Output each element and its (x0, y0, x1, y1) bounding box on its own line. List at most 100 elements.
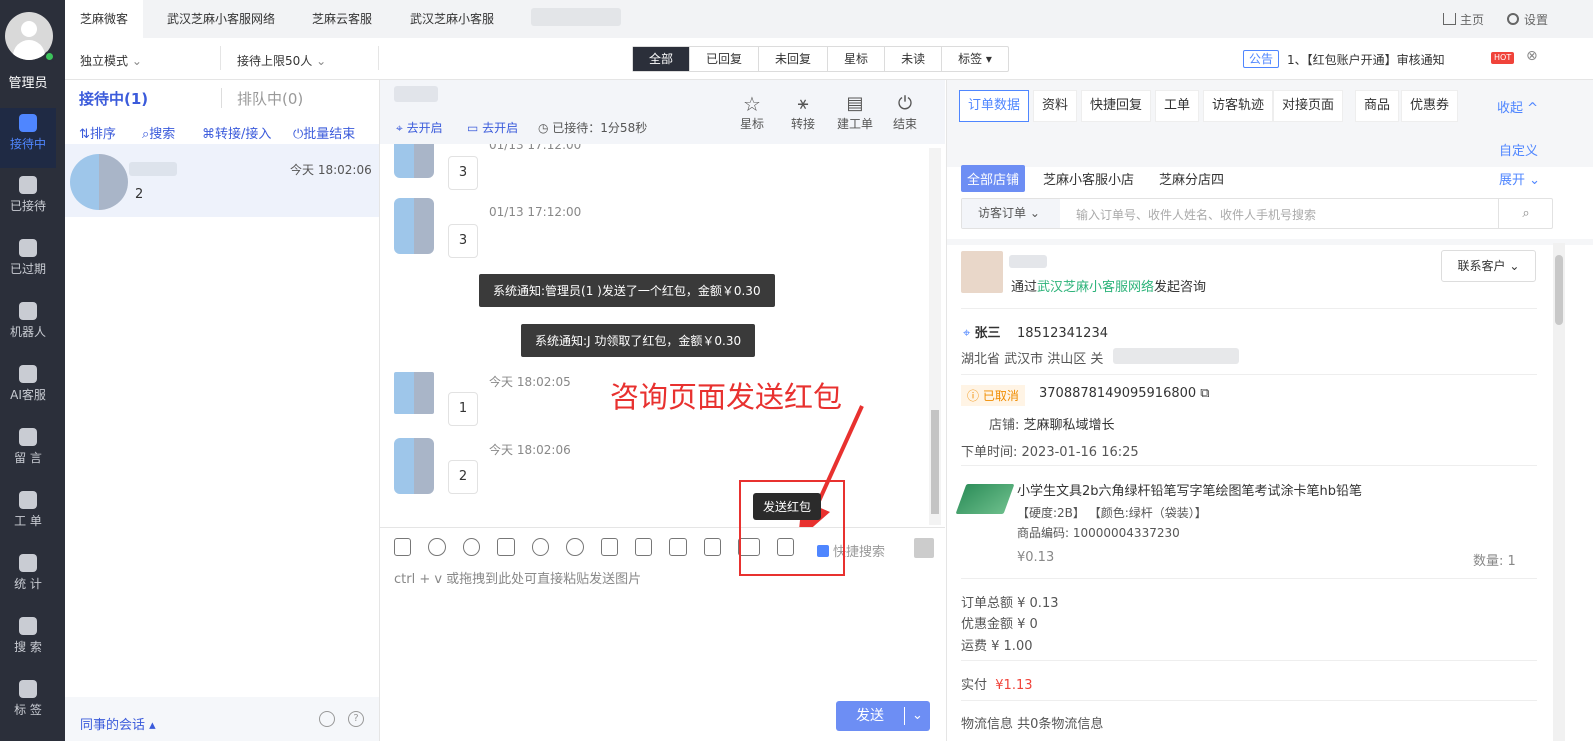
tab-store-4[interactable]: 武汉芝麻小客服 (395, 0, 509, 38)
scrollbar-thumb[interactable] (1555, 255, 1563, 325)
upload-icon[interactable] (634, 538, 653, 556)
message-avatar (394, 438, 434, 494)
sidebar-item-message[interactable]: 留 言 (0, 422, 56, 482)
sidebar-item-ticket[interactable]: 工 单 (0, 485, 56, 545)
annotation-box (739, 480, 845, 576)
image-icon[interactable] (914, 538, 934, 558)
limit-select[interactable]: 接待上限50人 ⌄ (237, 52, 326, 69)
expand-button[interactable]: 展开 ⌄ (1499, 169, 1540, 188)
settings-link[interactable]: 设置 (1507, 11, 1548, 28)
tab-store-2[interactable]: 武汉芝麻小客服网络 (152, 0, 290, 38)
right-tab-6[interactable]: 商品 (1355, 90, 1400, 122)
sidebar-item-chat[interactable]: 接待中 (0, 108, 56, 168)
contact-customer-button[interactable]: 联系客户 ⌄ (1441, 250, 1536, 282)
copy-icon[interactable]: ⧉ (1200, 386, 1209, 401)
store-filter-2[interactable]: 芝麻分店四 (1159, 169, 1224, 188)
right-tab-4[interactable]: 访客轨迹 (1203, 90, 1274, 122)
order-type-select[interactable]: 访客订单 ⌄ (962, 199, 1060, 228)
clock-icon[interactable] (428, 538, 446, 556)
folder-icon[interactable] (600, 538, 618, 556)
right-tab-2[interactable]: 快捷回复 (1081, 90, 1152, 122)
emoji-icon[interactable] (462, 538, 481, 556)
filter-all[interactable]: 全部 (633, 47, 690, 71)
sidebar-item-search[interactable]: 搜 索 (0, 611, 56, 671)
collapse-button[interactable]: 收起 ^ (1497, 97, 1538, 116)
sidebar-item-label: AI客服 (10, 388, 46, 402)
right-scrollbar[interactable] (1553, 243, 1565, 741)
sort-button[interactable]: ⇅排序 (79, 123, 116, 142)
gear-icon[interactable] (319, 711, 335, 727)
filter-starred[interactable]: 星标 (827, 47, 884, 71)
home-link[interactable]: 主页 (1443, 11, 1484, 28)
right-tab-0[interactable]: 订单数据 (959, 90, 1030, 122)
send-options-chevron-icon[interactable]: ⌄ (905, 701, 930, 731)
close-icon[interactable]: ⊗ (1526, 48, 1538, 64)
tab-queue[interactable]: 排队中(0) (237, 88, 303, 109)
filter-unread[interactable]: 未读 (884, 47, 941, 71)
filter-replied[interactable]: 已回复 (689, 47, 758, 71)
transfer-icon: ⚹ (797, 93, 809, 114)
customer-name-blurred (1009, 255, 1047, 268)
chat-header: ⌖ 去开启 ▭ 去开启 ◷ 已接待：1分58秒 ☆ 星标 ⚹ 转接 ▤ 建工单 ⏻ 结束 (380, 80, 945, 144)
filter-unreplied[interactable]: 未回复 (758, 47, 827, 71)
colleague-sessions-bar: 同事的会话 ▴ ? (65, 697, 379, 741)
form-icon[interactable] (703, 538, 722, 556)
sidebar-item-tag[interactable]: 标 签 (0, 674, 56, 734)
expired-icon (19, 239, 37, 257)
end-button[interactable]: ⏻ 结束 (890, 93, 920, 132)
transfer-button[interactable]: ⌘转接/接入 (202, 123, 271, 142)
sidebar-item-check[interactable]: 已接待 (0, 170, 56, 230)
inbox-icon[interactable] (669, 538, 687, 556)
right-tabs-area: 订单数据 资料 快捷回复 工单 访客轨迹 对接页面 商品 优惠券 收起 ^ 自定义 (947, 80, 1593, 167)
right-tab-5[interactable]: 对接页面 (1273, 90, 1344, 122)
create-ticket-button[interactable]: ▤ 建工单 (835, 93, 875, 132)
product-title[interactable]: 小学生文具2b六角绿杆铅笔写字笔绘图笔考试涂卡笔hb铅笔 (1017, 480, 1362, 499)
scrollbar-thumb[interactable] (931, 410, 939, 514)
mode-select[interactable]: 独立模式 ⌄ (80, 52, 142, 69)
customize-link[interactable]: 自定义 (1499, 140, 1538, 159)
sidebar-item-ai-chat[interactable]: AI客服 (0, 359, 56, 419)
invite-icon[interactable] (531, 538, 550, 556)
right-tab-3[interactable]: 工单 (1155, 90, 1200, 122)
right-tab-1[interactable]: 资料 (1033, 90, 1078, 122)
tab-store-3[interactable]: 芝麻云客服 (297, 0, 387, 38)
history-icon[interactable] (566, 538, 584, 556)
message-time: 今天 18:02:06 (489, 443, 571, 457)
tab-receiving[interactable]: 接待中(1) (79, 88, 148, 109)
sidebar-item-label: 已过期 (9, 262, 46, 276)
product-qty: 数量: 1 (1473, 554, 1516, 569)
message-input[interactable]: ctrl + v 或拖拽到此处可直接粘贴发送图片 (394, 568, 641, 587)
star-icon: ☆ (743, 92, 761, 116)
filter-tags[interactable]: 标签 ▾ (941, 47, 1008, 71)
help-icon[interactable]: ? (348, 711, 364, 727)
divider (961, 660, 1537, 661)
send-button[interactable]: 发送 (836, 701, 904, 731)
right-tab-7[interactable]: 优惠券 (1401, 90, 1459, 122)
chart-icon[interactable] (394, 538, 412, 556)
search-button[interactable]: ⌕搜索 (142, 123, 175, 142)
order-paid: 实付 ¥1.13 (961, 678, 1033, 693)
system-notice-received: 系统通知:J 功领取了红包，金额￥0.30 (521, 324, 756, 357)
order-search-input[interactable]: 输入订单号、收件人姓名、收件人手机号搜索 (1076, 206, 1316, 223)
transfer-button[interactable]: ⚹ 转接 (788, 93, 818, 132)
top-bar: 芝麻微客 武汉芝麻小客服网络 芝麻云客服 武汉芝麻小客服 主页 设置 独立模式 … (65, 0, 1593, 80)
store-filter-1[interactable]: 芝麻小客服小店 (1043, 169, 1134, 188)
batch-end-button[interactable]: ⏻批量结束 (293, 123, 355, 142)
sidebar-item-stats[interactable]: 统 计 (0, 548, 56, 608)
store-filter-all[interactable]: 全部店铺 (961, 165, 1026, 192)
location-enable[interactable]: ⌖ 去开启 (396, 119, 443, 136)
announcement-text[interactable]: 1、【红包账户开通】审核通知 (1287, 51, 1445, 68)
colleague-sessions-toggle[interactable]: 同事的会话 ▴ (80, 714, 156, 733)
session-list-panel: 接待中(1) 排队中(0) ⇅排序 ⌕搜索 ⌘转接/接入 ⏻批量结束 今天 18… (65, 80, 380, 741)
chat-scrollbar[interactable] (929, 148, 941, 525)
sidebar-item-expired[interactable]: 已过期 (0, 233, 56, 293)
tab-store-1[interactable]: 芝麻微客 (65, 0, 144, 38)
device-enable[interactable]: ▭ 去开启 (467, 119, 518, 136)
sidebar-item-robot[interactable]: 机器人 (0, 296, 56, 356)
scissors-icon[interactable] (497, 538, 515, 556)
order-number[interactable]: 3708878149095916800 ⧉ (1039, 386, 1210, 401)
session-item[interactable]: 今天 18:02:06 2 (65, 144, 379, 217)
sidebar-item-label: 已接待 (9, 199, 46, 213)
search-icon[interactable]: ⌕ (1498, 199, 1553, 228)
star-button[interactable]: ☆ 星标 (737, 93, 767, 132)
